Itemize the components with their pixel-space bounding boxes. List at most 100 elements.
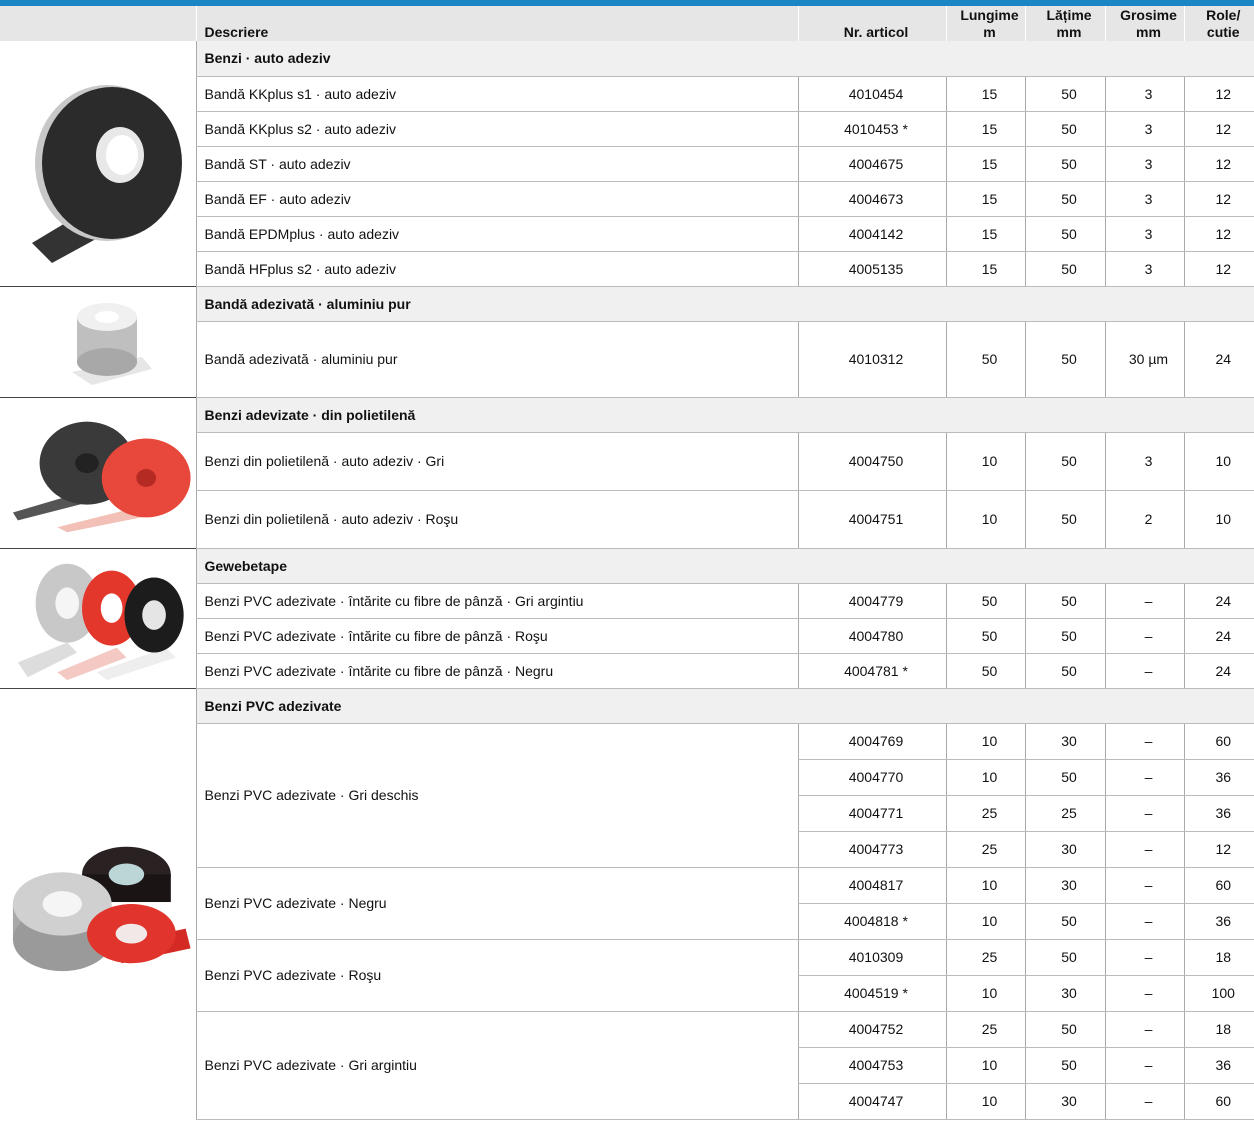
latime-value: 50 <box>1024 939 1105 976</box>
lungime-value: 10 <box>945 1083 1025 1120</box>
latime-value: 50 <box>1024 618 1105 654</box>
grosime-value: – <box>1104 618 1184 654</box>
article-number: 4010309 <box>797 939 946 976</box>
grosime-value: – <box>1104 1011 1184 1048</box>
grosime-value: 3 <box>1104 76 1184 112</box>
latime-value: 50 <box>1024 321 1105 398</box>
latime-value: 50 <box>1024 432 1105 491</box>
grosime-value: 2 <box>1104 490 1184 549</box>
grosime-value: 3 <box>1104 111 1184 147</box>
lungime-value: 15 <box>945 181 1025 217</box>
description-cell: Bandă KKplus s1 · auto adeziv <box>195 76 798 112</box>
role-value: 24 <box>1183 321 1254 398</box>
header-latime-unit: mm <box>1056 24 1082 40</box>
article-number: 4004817 <box>797 867 946 904</box>
lungime-value: 25 <box>945 939 1025 976</box>
product-image-cell <box>0 547 196 688</box>
latime-value: 50 <box>1024 1047 1105 1084</box>
role-value: 60 <box>1183 867 1254 904</box>
role-value: 12 <box>1183 216 1254 252</box>
category-title: Benzi · auto adeziv <box>195 41 1254 77</box>
article-number: 4010312 <box>797 321 946 398</box>
lungime-value: 25 <box>945 795 1025 832</box>
header-lungime: Lungime m <box>945 6 1025 41</box>
description-cell: Benzi PVC adezivate · Roşu <box>195 939 798 1012</box>
latime-value: 30 <box>1024 831 1105 868</box>
header-descriere-label: Descriere <box>204 24 269 40</box>
lungime-value: 10 <box>945 975 1025 1012</box>
description-cell: Benzi PVC adezivate · întărite cu fibre … <box>195 618 798 654</box>
article-number: 4004771 <box>797 795 946 832</box>
latime-value: 50 <box>1024 903 1105 940</box>
grosime-value: – <box>1104 831 1184 868</box>
header-nr-articol-label: Nr. articol <box>843 24 909 40</box>
article-number: 4004781 * <box>797 653 946 689</box>
grosime-value: – <box>1104 867 1184 904</box>
description-cell: Bandă EPDMplus · auto adeziv <box>195 216 798 252</box>
pvc-tape-rolls-icon <box>8 834 196 974</box>
article-number: 4010453 * <box>797 111 946 147</box>
latime-value: 50 <box>1024 251 1105 287</box>
lungime-value: 50 <box>945 653 1025 689</box>
header-role: Role/cutie <box>1183 6 1254 41</box>
role-value: 36 <box>1183 759 1254 796</box>
description-cell: Benzi PVC adezivate · Gri argintiu <box>195 1011 798 1120</box>
description-cell: Bandă ST · auto adeziv <box>195 146 798 182</box>
header-role-unit: cutie <box>1206 24 1240 40</box>
latime-value: 50 <box>1024 111 1105 147</box>
header-grosime: Grosime mm <box>1104 6 1184 41</box>
header-nr-articol: Nr. articol <box>797 6 946 41</box>
category-row: Gewebetape <box>0 547 1254 688</box>
category-title: Gewebetape <box>195 547 1254 584</box>
category-title: Bandă adezivată · aluminiu pur <box>195 285 1254 322</box>
grosime-value: – <box>1104 723 1184 760</box>
article-number: 4004818 * <box>797 903 946 940</box>
role-value: 60 <box>1183 1083 1254 1120</box>
description-cell: Bandă HFplus s2 · auto adeziv <box>195 251 798 287</box>
description-cell: Bandă KKplus s2 · auto adeziv <box>195 111 798 147</box>
description-cell: Benzi din polietilenă · auto adeziv · Ro… <box>195 490 798 549</box>
article-number: 4004142 <box>797 216 946 252</box>
article-number: 4004752 <box>797 1011 946 1048</box>
category-title: Benzi PVC adezivate <box>195 687 1254 724</box>
grosime-value: – <box>1104 1047 1184 1084</box>
latime-value: 50 <box>1024 1011 1105 1048</box>
role-value: 36 <box>1183 795 1254 832</box>
lungime-value: 50 <box>945 618 1025 654</box>
grosime-value: – <box>1104 653 1184 689</box>
description-cell: Benzi PVC adezivate · Gri deschis <box>195 723 798 868</box>
role-value: 12 <box>1183 181 1254 217</box>
description-cell: Benzi PVC adezivate · Negru <box>195 867 798 940</box>
grosime-value: 3 <box>1104 146 1184 182</box>
article-number: 4004519 * <box>797 975 946 1012</box>
article-number: 4004673 <box>797 181 946 217</box>
grosime-value: – <box>1104 795 1184 832</box>
lungime-value: 50 <box>945 583 1025 619</box>
article-number: 4004770 <box>797 759 946 796</box>
product-table-body: Benzi · auto adeziv Bandă KKplus s1 · aut… <box>0 41 1254 1120</box>
role-value: 12 <box>1183 251 1254 287</box>
lungime-value: 10 <box>945 432 1025 491</box>
role-value: 12 <box>1183 146 1254 182</box>
article-number: 4004769 <box>797 723 946 760</box>
latime-value: 50 <box>1024 490 1105 549</box>
article-number: 4004750 <box>797 432 946 491</box>
grosime-value: – <box>1104 975 1184 1012</box>
latime-value: 30 <box>1024 975 1105 1012</box>
header-latime-label: Lățime <box>1046 7 1092 23</box>
grosime-value: 3 <box>1104 251 1184 287</box>
role-value: 60 <box>1183 723 1254 760</box>
description-cell: Benzi PVC adezivate · întărite cu fibre … <box>195 653 798 689</box>
grosime-value: 30 µm <box>1104 321 1184 398</box>
lungime-value: 15 <box>945 111 1025 147</box>
latime-value: 30 <box>1024 1083 1105 1120</box>
role-value: 12 <box>1183 76 1254 112</box>
lungime-value: 50 <box>945 321 1025 398</box>
role-value: 24 <box>1183 653 1254 689</box>
role-value: 36 <box>1183 903 1254 940</box>
latime-value: 30 <box>1024 867 1105 904</box>
latime-value: 50 <box>1024 759 1105 796</box>
article-number: 4004780 <box>797 618 946 654</box>
role-value: 18 <box>1183 1011 1254 1048</box>
role-value: 36 <box>1183 1047 1254 1084</box>
